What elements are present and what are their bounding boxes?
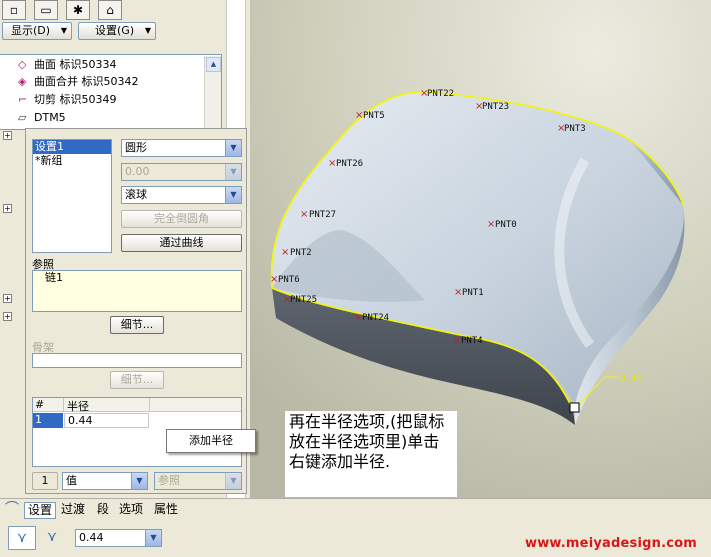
transition-mode-icon[interactable]: ⋎: [40, 526, 64, 550]
radius-value-select[interactable]: 0.44 ▼: [75, 529, 162, 547]
point-pnt3[interactable]: ×PNT3: [557, 123, 586, 134]
layer-tab-icon[interactable]: ⌂: [98, 0, 122, 20]
expand-icon[interactable]: +: [3, 312, 12, 321]
chevron-down-icon: ▼: [225, 164, 241, 180]
radius-count: 1: [32, 472, 58, 490]
datum-plane-icon: ▱: [18, 111, 27, 124]
tab-properties[interactable]: 属性: [151, 502, 181, 519]
point-pnt23[interactable]: ×PNT23: [475, 101, 509, 112]
svg-text:PNT1: PNT1: [462, 288, 484, 298]
reference-chain[interactable]: 链1: [33, 271, 241, 285]
method-select[interactable]: 滚球 ▼: [121, 186, 242, 204]
context-menu: 添加半径: [166, 429, 256, 453]
distance-select: 0.00 ▼: [121, 163, 242, 181]
point-marker-icon: ×: [300, 209, 308, 220]
svg-text:PNT26: PNT26: [336, 159, 363, 169]
tab-segments[interactable]: 段: [94, 502, 112, 519]
point-pnt24[interactable]: × PNT24: [354, 312, 389, 323]
set-item-selected[interactable]: 设置1: [33, 140, 111, 154]
expand-icon[interactable]: +: [3, 294, 12, 303]
svg-text:PNT27: PNT27: [309, 210, 336, 220]
point-pnt6[interactable]: × PNT6: [270, 274, 300, 285]
chevron-down-icon: ▼: [225, 187, 241, 203]
radius-reference-select: 参照 ▼: [154, 472, 242, 490]
svg-text:PNT5: PNT5: [363, 111, 385, 121]
favorites-tab-icon[interactable]: ✱: [66, 0, 90, 20]
tree-item-datum-plane[interactable]: ▱ DTM5: [18, 110, 66, 126]
point-pnt1[interactable]: × PNT1: [454, 287, 484, 298]
round-feature-icon: ⌒: [5, 501, 19, 517]
point-pnt27[interactable]: × PNT27: [300, 209, 336, 220]
chevron-down-icon: ▼: [131, 473, 147, 489]
svg-text:PNT23: PNT23: [482, 102, 509, 112]
settings-menu-button[interactable]: 设置(G) ▼: [78, 22, 156, 40]
point-pnt5[interactable]: × PNT5: [355, 110, 385, 121]
references-collector[interactable]: 链1: [32, 270, 242, 312]
tree-item-surface-merge[interactable]: ◈ 曲面合并 标识50342: [18, 74, 139, 90]
dashboard-tabs: ⌒ 设置 过渡 段 选项 属性: [0, 498, 711, 520]
chevron-down-icon: ▼: [145, 530, 161, 546]
svg-text:PNT24: PNT24: [362, 313, 389, 323]
point-pnt4[interactable]: × PNT4: [453, 335, 483, 346]
svg-text:PNT0: PNT0: [495, 220, 517, 230]
set-item-new[interactable]: *新组: [33, 154, 111, 168]
show-menu-button[interactable]: 显示(D) ▼: [2, 22, 72, 40]
point-pnt22[interactable]: ×PNT22: [420, 88, 454, 99]
merge-icon: ◈: [18, 75, 27, 88]
surface-icon: ◇: [18, 58, 27, 71]
sets-list[interactable]: 设置1 *新组: [32, 139, 112, 253]
trim-icon: ⌐: [18, 93, 28, 106]
expand-icon[interactable]: +: [3, 204, 12, 213]
folder-tab-icon[interactable]: ▭: [34, 0, 58, 20]
watermark: www.meiyadesign.com: [525, 536, 698, 551]
tree-item-surface[interactable]: ◇ 曲面 标识50334: [18, 57, 117, 73]
full-round-button: 完全倒圆角: [121, 210, 242, 228]
chevron-down-icon: ▼: [144, 26, 151, 35]
expand-icon[interactable]: +: [3, 131, 12, 140]
tree-tab-icon[interactable]: ▫: [2, 0, 26, 20]
point-pnt26[interactable]: × PNT26: [328, 158, 363, 169]
point-marker-icon: ×: [281, 247, 289, 258]
svg-text:PNT2: PNT2: [290, 248, 312, 258]
point-pnt25[interactable]: ×PNT25: [283, 294, 317, 305]
table-row[interactable]: 1 0.44: [33, 413, 241, 428]
chevron-down-icon: ▼: [225, 140, 241, 156]
chevron-down-icon: ▼: [225, 473, 241, 489]
svg-text:PNT4: PNT4: [461, 336, 483, 346]
tab-settings[interactable]: 设置: [24, 502, 57, 519]
dimension-label[interactable]: 0.44: [620, 374, 642, 384]
radius-type-select[interactable]: 值 ▼: [62, 472, 148, 490]
reference-details-button[interactable]: 细节...: [110, 316, 164, 334]
point-pnt2[interactable]: × PNT2: [281, 247, 312, 258]
model-tree: ◇ 曲面 标识50334 ◈ 曲面合并 标识50342 ⌐ 切剪 标识50349 ▱ D…: [0, 54, 222, 130]
svg-text:PNT3: PNT3: [564, 124, 586, 134]
tree-scrollbar[interactable]: ▲: [204, 56, 221, 128]
tab-transitions[interactable]: 过渡: [58, 502, 88, 519]
drag-handle[interactable]: [569, 402, 580, 413]
point-pnt0[interactable]: × PNT0: [487, 219, 517, 230]
set-mode-icon[interactable]: ⋎: [8, 526, 36, 550]
spine-collector: [32, 353, 242, 368]
chevron-down-icon: ▼: [60, 26, 67, 35]
svg-text:PNT22: PNT22: [427, 89, 454, 99]
svg-text:PNT6: PNT6: [278, 275, 300, 285]
tab-options[interactable]: 选项: [116, 502, 146, 519]
tutorial-annotation: 再在半径选项,(把鼠标放在半径选项里)单击右键添加半径.: [285, 411, 457, 497]
shape-select[interactable]: 圆形 ▼: [121, 139, 242, 157]
tree-item-trim[interactable]: ⌐ 切剪 标识50349: [18, 92, 117, 108]
scroll-up-icon[interactable]: ▲: [206, 57, 221, 72]
svg-text:PNT25: PNT25: [290, 295, 317, 305]
add-radius-menu-item[interactable]: 添加半径: [189, 434, 233, 447]
radius-table-header: # 半径: [33, 398, 241, 413]
spine-details-button: 细节...: [110, 371, 164, 389]
through-curve-button[interactable]: 通过曲线: [121, 234, 242, 252]
